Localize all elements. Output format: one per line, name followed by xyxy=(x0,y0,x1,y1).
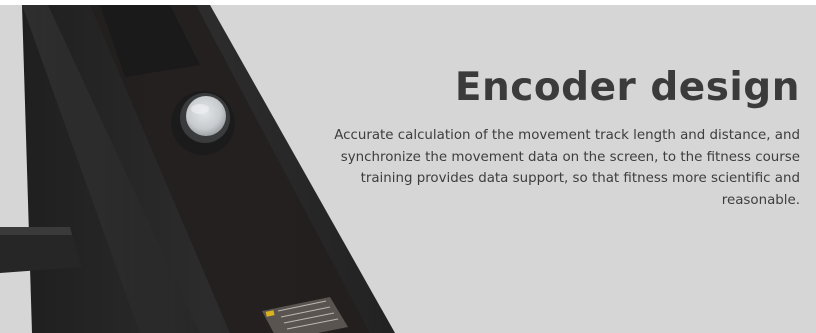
feature-title: Encoder design xyxy=(454,65,800,110)
encoder-button-icon xyxy=(171,91,235,155)
support-bar-top xyxy=(0,227,72,235)
feature-description: Accurate calculation of the movement tra… xyxy=(334,128,800,208)
hero-banner: Encoder design Accurate calculation of t… xyxy=(0,5,816,333)
